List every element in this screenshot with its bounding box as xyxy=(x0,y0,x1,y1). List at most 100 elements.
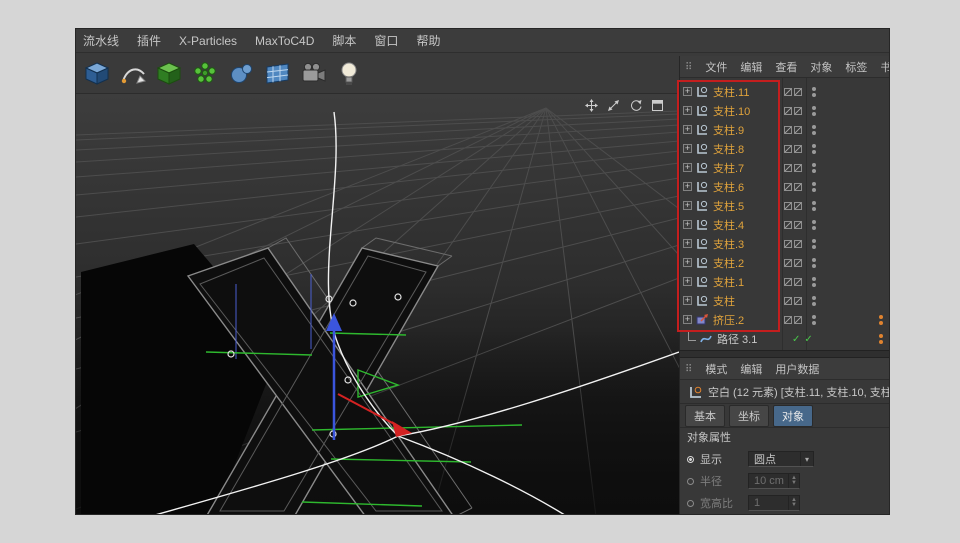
layer-square-icon[interactable] xyxy=(794,183,802,191)
visibility-dots-icon[interactable] xyxy=(812,87,816,97)
dolly-icon[interactable] xyxy=(606,98,621,113)
keyframe-dot-icon[interactable] xyxy=(687,456,694,463)
visibility-dots-icon[interactable] xyxy=(812,163,816,173)
panel-grip-icon[interactable] xyxy=(685,61,692,73)
expand-icon[interactable] xyxy=(683,144,692,153)
keyframe-dot-icon[interactable] xyxy=(687,478,694,485)
object-row[interactable]: 支柱.3 xyxy=(680,234,890,253)
expand-icon[interactable] xyxy=(683,201,692,210)
object-row[interactable]: 支柱.1 xyxy=(680,272,890,291)
layer-square-icon[interactable] xyxy=(784,221,792,229)
object-name[interactable]: 支柱.5 xyxy=(713,198,744,214)
am-menu-userdata[interactable]: 用户数据 xyxy=(775,361,819,377)
visibility-dots-icon[interactable] xyxy=(812,106,816,116)
visibility-dots-icon[interactable] xyxy=(812,144,816,154)
stepper-arrows-icon[interactable] xyxy=(788,496,799,510)
generator-tool-button[interactable] xyxy=(152,56,186,90)
layer-square-icon[interactable] xyxy=(784,88,792,96)
tab-object[interactable]: 对象 xyxy=(773,405,813,427)
object-row[interactable]: 支柱.5 xyxy=(680,196,890,215)
om-menu-edit[interactable]: 编辑 xyxy=(740,59,762,75)
object-name[interactable]: 支柱 xyxy=(713,293,735,309)
visibility-dots-icon[interactable] xyxy=(812,277,816,287)
layer-square-icon[interactable] xyxy=(784,145,792,153)
viewport-canvas[interactable] xyxy=(76,93,679,515)
object-name[interactable]: 路径 3.1 xyxy=(717,331,757,347)
menu-plugins[interactable]: 插件 xyxy=(137,32,161,49)
enabled-dots-icon[interactable] xyxy=(879,334,883,344)
visibility-dots-icon[interactable] xyxy=(812,315,816,325)
om-menu-tags[interactable]: 标签 xyxy=(845,59,867,75)
am-menu-mode[interactable]: 模式 xyxy=(705,361,727,377)
expand-icon[interactable] xyxy=(683,182,692,191)
object-name[interactable]: 支柱.2 xyxy=(713,255,744,271)
menu-script[interactable]: 脚本 xyxy=(332,32,356,49)
visibility-dots-icon[interactable] xyxy=(812,182,816,192)
object-name[interactable]: 支柱.11 xyxy=(713,84,749,100)
visibility-dots-icon[interactable] xyxy=(812,201,816,211)
panel-grip-icon[interactable] xyxy=(685,363,692,375)
om-menu-view[interactable]: 查看 xyxy=(775,59,797,75)
am-menu-edit[interactable]: 编辑 xyxy=(740,361,762,377)
layer-square-icon[interactable] xyxy=(794,297,802,305)
green-check-icons[interactable] xyxy=(792,333,813,345)
array-tool-button[interactable] xyxy=(188,56,222,90)
object-row[interactable]: 支柱.8 xyxy=(680,139,890,158)
menu-pipeline[interactable]: 流水线 xyxy=(83,32,119,49)
expand-icon[interactable] xyxy=(683,258,692,267)
cube-tool-button[interactable] xyxy=(80,56,114,90)
object-name[interactable]: 支柱.8 xyxy=(713,141,744,157)
layer-square-icon[interactable] xyxy=(784,278,792,286)
visibility-dots-icon[interactable] xyxy=(812,258,816,268)
object-row[interactable]: 支柱.9 xyxy=(680,120,890,139)
keyframe-dot-icon[interactable] xyxy=(687,500,694,507)
expand-icon[interactable] xyxy=(683,106,692,115)
object-name[interactable]: 支柱.7 xyxy=(713,160,744,176)
spline-pen-tool-button[interactable] xyxy=(116,56,150,90)
pan-icon[interactable] xyxy=(584,98,599,113)
layer-square-icon[interactable] xyxy=(794,221,802,229)
layer-square-icon[interactable] xyxy=(784,107,792,115)
menu-xparticles[interactable]: X-Particles xyxy=(179,34,237,48)
layer-square-icon[interactable] xyxy=(794,88,802,96)
expand-icon[interactable] xyxy=(683,277,692,286)
object-name[interactable]: 挤压.2 xyxy=(713,312,744,328)
layer-square-icon[interactable] xyxy=(794,107,802,115)
plane-tool-button[interactable] xyxy=(260,56,294,90)
object-name[interactable]: 支柱.3 xyxy=(713,236,744,252)
object-row[interactable]: 支柱.11 xyxy=(680,82,890,101)
object-row[interactable]: 支柱.2 xyxy=(680,253,890,272)
aspect-ratio-field[interactable]: 1 xyxy=(748,495,800,511)
layer-square-icon[interactable] xyxy=(794,145,802,153)
object-row[interactable]: 支柱.10 xyxy=(680,101,890,120)
expand-icon[interactable] xyxy=(683,220,692,229)
object-row[interactable]: 路径 3.1 xyxy=(680,329,890,348)
object-name[interactable]: 支柱.10 xyxy=(713,103,750,119)
expand-icon[interactable] xyxy=(683,315,692,324)
camera-tool-button[interactable] xyxy=(296,56,330,90)
object-row[interactable]: 支柱.7 xyxy=(680,158,890,177)
menu-window[interactable]: 窗口 xyxy=(374,32,398,49)
layer-square-icon[interactable] xyxy=(794,278,802,286)
om-menu-objects[interactable]: 对象 xyxy=(810,59,832,75)
expand-icon[interactable] xyxy=(683,163,692,172)
layer-square-icon[interactable] xyxy=(784,183,792,191)
layer-square-icon[interactable] xyxy=(794,164,802,172)
layer-square-icon[interactable] xyxy=(794,240,802,248)
visibility-dots-icon[interactable] xyxy=(812,296,816,306)
layer-square-icon[interactable] xyxy=(784,297,792,305)
layer-square-icon[interactable] xyxy=(784,126,792,134)
layer-square-icon[interactable] xyxy=(794,316,802,324)
tab-coordinates[interactable]: 坐标 xyxy=(729,405,769,427)
expand-icon[interactable] xyxy=(683,296,692,305)
object-name[interactable]: 支柱.6 xyxy=(713,179,744,195)
expand-icon[interactable] xyxy=(683,125,692,134)
layer-square-icon[interactable] xyxy=(794,126,802,134)
object-row[interactable]: 挤压.2 xyxy=(680,310,890,329)
display-dropdown[interactable]: 圆点 xyxy=(748,451,814,467)
layer-square-icon[interactable] xyxy=(784,240,792,248)
layer-square-icon[interactable] xyxy=(794,202,802,210)
object-row[interactable]: 支柱.4 xyxy=(680,215,890,234)
expand-icon[interactable] xyxy=(683,239,692,248)
layer-square-icon[interactable] xyxy=(784,259,792,267)
